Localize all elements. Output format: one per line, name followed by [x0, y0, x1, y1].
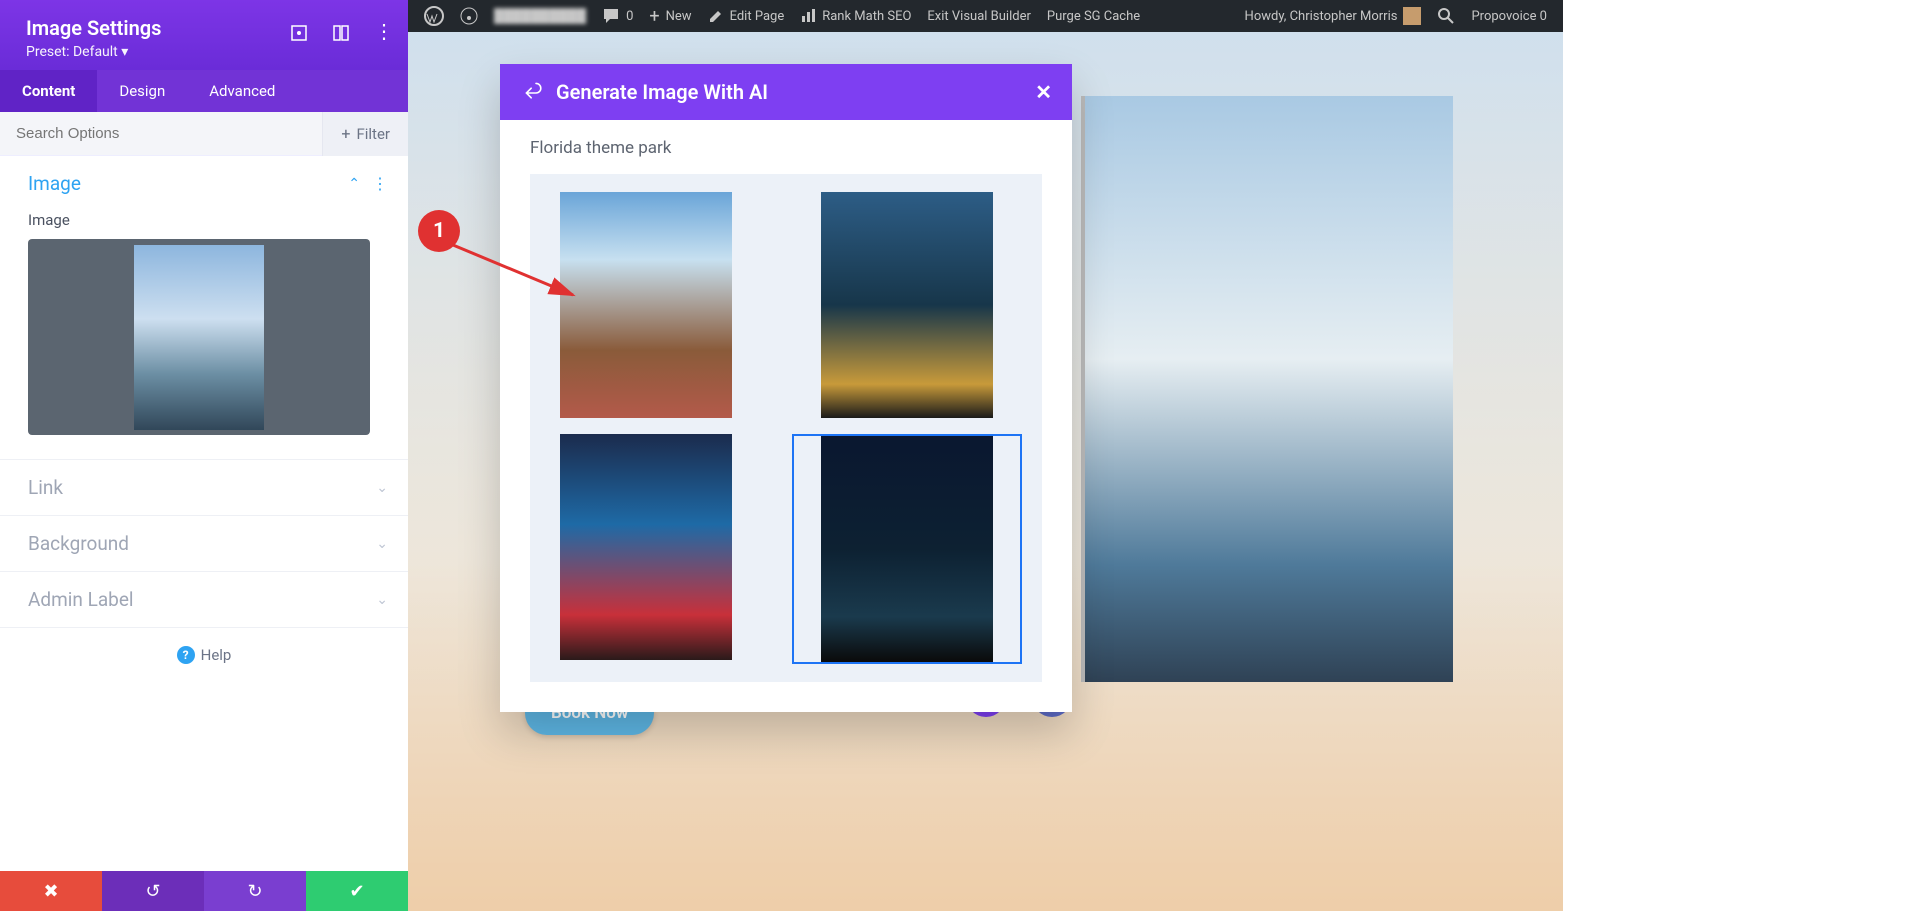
- redo-button[interactable]: ↻: [204, 871, 306, 911]
- modal-header: Generate Image With AI ✕: [500, 64, 1072, 120]
- generated-image-2[interactable]: [821, 192, 993, 418]
- search-input[interactable]: [16, 125, 322, 142]
- discard-button[interactable]: ✖: [0, 871, 102, 911]
- expand-icon[interactable]: [290, 24, 308, 42]
- modal-title: Generate Image With AI: [556, 80, 768, 104]
- howdy-user[interactable]: Howdy, Christopher Morris: [1237, 0, 1430, 32]
- image-preview[interactable]: [28, 239, 370, 435]
- comments-count: 0: [626, 9, 633, 24]
- hero-image: [1081, 96, 1453, 682]
- edit-page[interactable]: Edit Page: [700, 0, 793, 32]
- section-admin-label-header[interactable]: Admin Label⌄: [0, 572, 408, 627]
- generated-image-4: [821, 436, 993, 662]
- annotation-arrow-icon: [448, 240, 598, 320]
- back-icon[interactable]: [520, 81, 542, 103]
- filter-button[interactable]: +Filter: [322, 112, 408, 156]
- dashboard-icon[interactable]: [452, 0, 486, 32]
- search-row: +Filter: [0, 112, 408, 156]
- ai-image-modal: Generate Image With AI ✕ Florida theme p…: [500, 64, 1072, 712]
- search-icon[interactable]: [1429, 0, 1463, 32]
- chevron-down-icon: ⌄: [376, 592, 388, 608]
- save-button[interactable]: ✔: [306, 871, 408, 911]
- section-background-header[interactable]: Background⌄: [0, 516, 408, 571]
- propovoice[interactable]: Propovoice 0: [1463, 0, 1555, 32]
- wp-logo[interactable]: [416, 0, 452, 32]
- panel-tabs: Content Design Advanced: [0, 70, 408, 112]
- exit-visual-builder[interactable]: Exit Visual Builder: [919, 0, 1038, 32]
- settings-panel: Image Settings Preset: Default ▾ ⋮ Conte…: [0, 0, 408, 911]
- section-link-header[interactable]: Link⌄: [0, 460, 408, 515]
- columns-icon[interactable]: [332, 24, 350, 42]
- caret-down-icon: ▾: [121, 44, 128, 60]
- chevron-down-icon: ⌄: [376, 536, 388, 552]
- avatar: [1403, 7, 1421, 25]
- panel-header: Image Settings Preset: Default ▾ ⋮: [0, 0, 408, 70]
- tab-advanced[interactable]: Advanced: [187, 70, 297, 112]
- image-label: Image: [28, 211, 388, 229]
- site-name[interactable]: ██████████: [486, 0, 594, 32]
- preview-thumbnail: [134, 245, 264, 430]
- chevron-up-icon: ⌃: [348, 176, 360, 192]
- section-menu-icon[interactable]: ⋮: [372, 174, 388, 193]
- more-icon[interactable]: ⋮: [374, 24, 392, 42]
- new-item[interactable]: +New: [641, 0, 699, 32]
- rank-math[interactable]: Rank Math SEO: [792, 0, 919, 32]
- wp-admin-bar: ██████████ 0 +New Edit Page Rank Math SE…: [408, 0, 1563, 32]
- comments-item[interactable]: 0: [594, 0, 641, 32]
- tab-content[interactable]: Content: [0, 70, 97, 112]
- undo-button[interactable]: ↺: [102, 871, 204, 911]
- generated-grid: [530, 174, 1042, 682]
- chevron-down-icon: ⌄: [376, 480, 388, 496]
- panel-footer: ✖ ↺ ↻ ✔: [0, 871, 408, 911]
- tab-design[interactable]: Design: [97, 70, 187, 112]
- section-image-header[interactable]: Image ⌃⋮: [0, 156, 408, 211]
- close-icon[interactable]: ✕: [1035, 80, 1052, 104]
- generated-image-4-selected[interactable]: [792, 434, 1022, 664]
- annotation-1: 1: [418, 210, 460, 252]
- help-icon: ?: [177, 646, 195, 664]
- help-link[interactable]: ?Help: [0, 628, 408, 672]
- ai-prompt-text: Florida theme park: [530, 138, 1042, 158]
- purge-cache[interactable]: Purge SG Cache: [1039, 0, 1148, 32]
- generated-image-3[interactable]: [560, 434, 732, 660]
- preset-selector[interactable]: Preset: Default ▾: [26, 44, 388, 60]
